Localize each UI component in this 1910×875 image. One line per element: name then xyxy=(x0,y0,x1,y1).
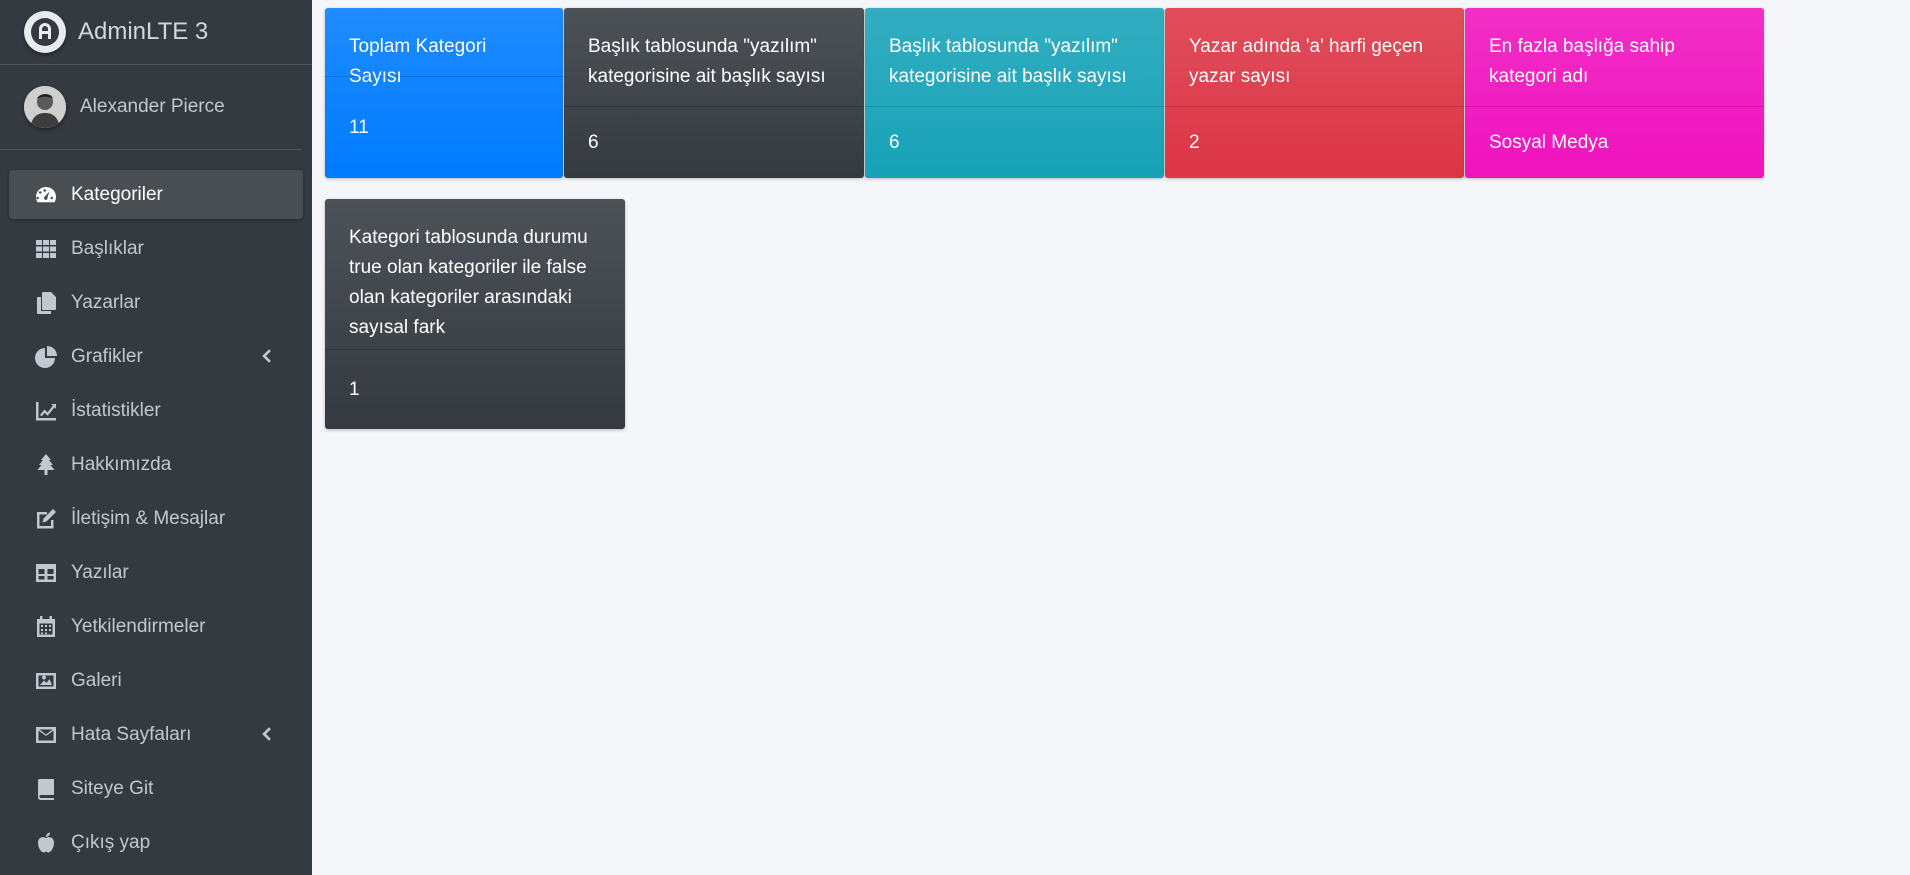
card-value: 2 xyxy=(1189,131,1200,153)
chevron-left-icon[interactable] xyxy=(257,725,275,743)
stat-card-status-difference: Kategori tablosunda durumu true olan kat… xyxy=(325,199,625,429)
sidebar-item-siteye-git[interactable]: Siteye Git xyxy=(9,764,303,813)
sidebar-item-basliklar[interactable]: Başlıklar xyxy=(9,224,303,273)
card-value-row: 2 xyxy=(1165,106,1464,178)
copy-icon xyxy=(33,290,59,316)
avatar xyxy=(24,86,66,128)
sidebar: AdminLTE 3 Alexander Pierce Kategoriler … xyxy=(0,0,312,875)
stat-card-software-titles: Başlık tablosunda "yazılım" kategorisine… xyxy=(564,8,864,178)
sidebar-item-yazilar[interactable]: Yazılar xyxy=(9,548,303,597)
card-value: 1 xyxy=(349,378,360,400)
sidebar-item-label: Grafikler xyxy=(71,345,143,367)
card-title: En fazla başlığa sahip kategori adı xyxy=(1489,36,1675,87)
card-value: 6 xyxy=(889,131,900,153)
sidebar-item-label: Siteye Git xyxy=(71,777,154,799)
brand-link[interactable]: AdminLTE 3 xyxy=(0,0,312,65)
sidebar-item-yetkilendirmeler[interactable]: Yetkilendirmeler xyxy=(9,602,303,651)
sidebar-item-label: Yetkilendirmeler xyxy=(71,615,206,637)
calendar-icon xyxy=(33,614,59,640)
sidebar-nav: Kategoriler Başlıklar Yazarlar Grafikler xyxy=(0,150,312,867)
card-value-row: 1 xyxy=(325,349,625,429)
sidebar-item-label: Hakkımızda xyxy=(71,453,172,475)
card-value: 6 xyxy=(588,131,599,153)
sidebar-item-kategoriler[interactable]: Kategoriler xyxy=(9,170,303,219)
sidebar-item-hakkimizda[interactable]: Hakkımızda xyxy=(9,440,303,489)
card-value-row: 6 xyxy=(865,106,1164,178)
sidebar-item-label: Kategoriler xyxy=(71,183,163,205)
sidebar-item-label: İletişim & Mesajlar xyxy=(71,507,226,529)
sidebar-item-grafikler[interactable]: Grafikler xyxy=(9,332,303,381)
sidebar-item-label: Yazarlar xyxy=(71,291,141,313)
chevron-left-icon[interactable] xyxy=(257,347,275,365)
card-value-row: 11 xyxy=(325,76,563,178)
envelope-icon xyxy=(33,722,59,748)
book-icon xyxy=(33,776,59,802)
stat-card-total-categories: Toplam Kategori Sayısı 11 xyxy=(325,8,563,178)
adminlte-logo-icon xyxy=(24,11,66,53)
card-title: Başlık tablosunda "yazılım" kategorisine… xyxy=(889,36,1127,87)
sidebar-item-hata-sayfalari[interactable]: Hata Sayfaları xyxy=(9,710,303,759)
pie-chart-icon xyxy=(33,344,59,370)
card-title: Başlık tablosunda "yazılım" kategorisine… xyxy=(588,36,826,87)
user-name[interactable]: Alexander Pierce xyxy=(80,96,225,118)
sidebar-item-istatistikler[interactable]: İstatistikler xyxy=(9,386,303,435)
table-icon xyxy=(33,560,59,586)
stat-card-top-category: En fazla başlığa sahip kategori adı Sosy… xyxy=(1465,8,1764,178)
brand-title: AdminLTE 3 xyxy=(78,18,209,45)
card-value: 11 xyxy=(349,116,369,138)
sidebar-item-label: Galeri xyxy=(71,669,122,691)
sidebar-item-cikis[interactable]: Çıkış yap xyxy=(9,818,303,867)
apple-icon xyxy=(33,830,59,856)
edit-icon xyxy=(33,506,59,532)
sidebar-item-galeri[interactable]: Galeri xyxy=(9,656,303,705)
card-title: Kategori tablosunda durumu true olan kat… xyxy=(349,227,588,338)
sidebar-item-label: İstatistikler xyxy=(71,399,161,421)
grid-icon xyxy=(33,236,59,262)
sidebar-item-label: Çıkış yap xyxy=(71,831,151,853)
sidebar-item-label: Hata Sayfaları xyxy=(71,723,192,745)
tree-icon xyxy=(33,452,59,478)
sidebar-item-label: Başlıklar xyxy=(71,237,144,259)
sidebar-item-label: Yazılar xyxy=(71,561,129,583)
sidebar-item-yazarlar[interactable]: Yazarlar xyxy=(9,278,303,327)
dashboard-icon xyxy=(33,182,59,208)
card-title: Yazar adında 'a' harfi geçen yazar sayıs… xyxy=(1189,36,1424,87)
card-value-row: 6 xyxy=(564,106,864,178)
card-value-row: Sosyal Medya xyxy=(1465,106,1764,178)
image-icon xyxy=(33,668,59,694)
user-panel[interactable]: Alexander Pierce xyxy=(0,65,302,150)
stat-card-authors-with-a: Yazar adında 'a' harfi geçen yazar sayıs… xyxy=(1165,8,1464,178)
card-value: Sosyal Medya xyxy=(1489,131,1609,153)
line-chart-icon xyxy=(33,398,59,424)
sidebar-item-iletisim[interactable]: İletişim & Mesajlar xyxy=(9,494,303,543)
stat-card-software-titles-2: Başlık tablosunda "yazılım" kategorisine… xyxy=(865,8,1164,178)
